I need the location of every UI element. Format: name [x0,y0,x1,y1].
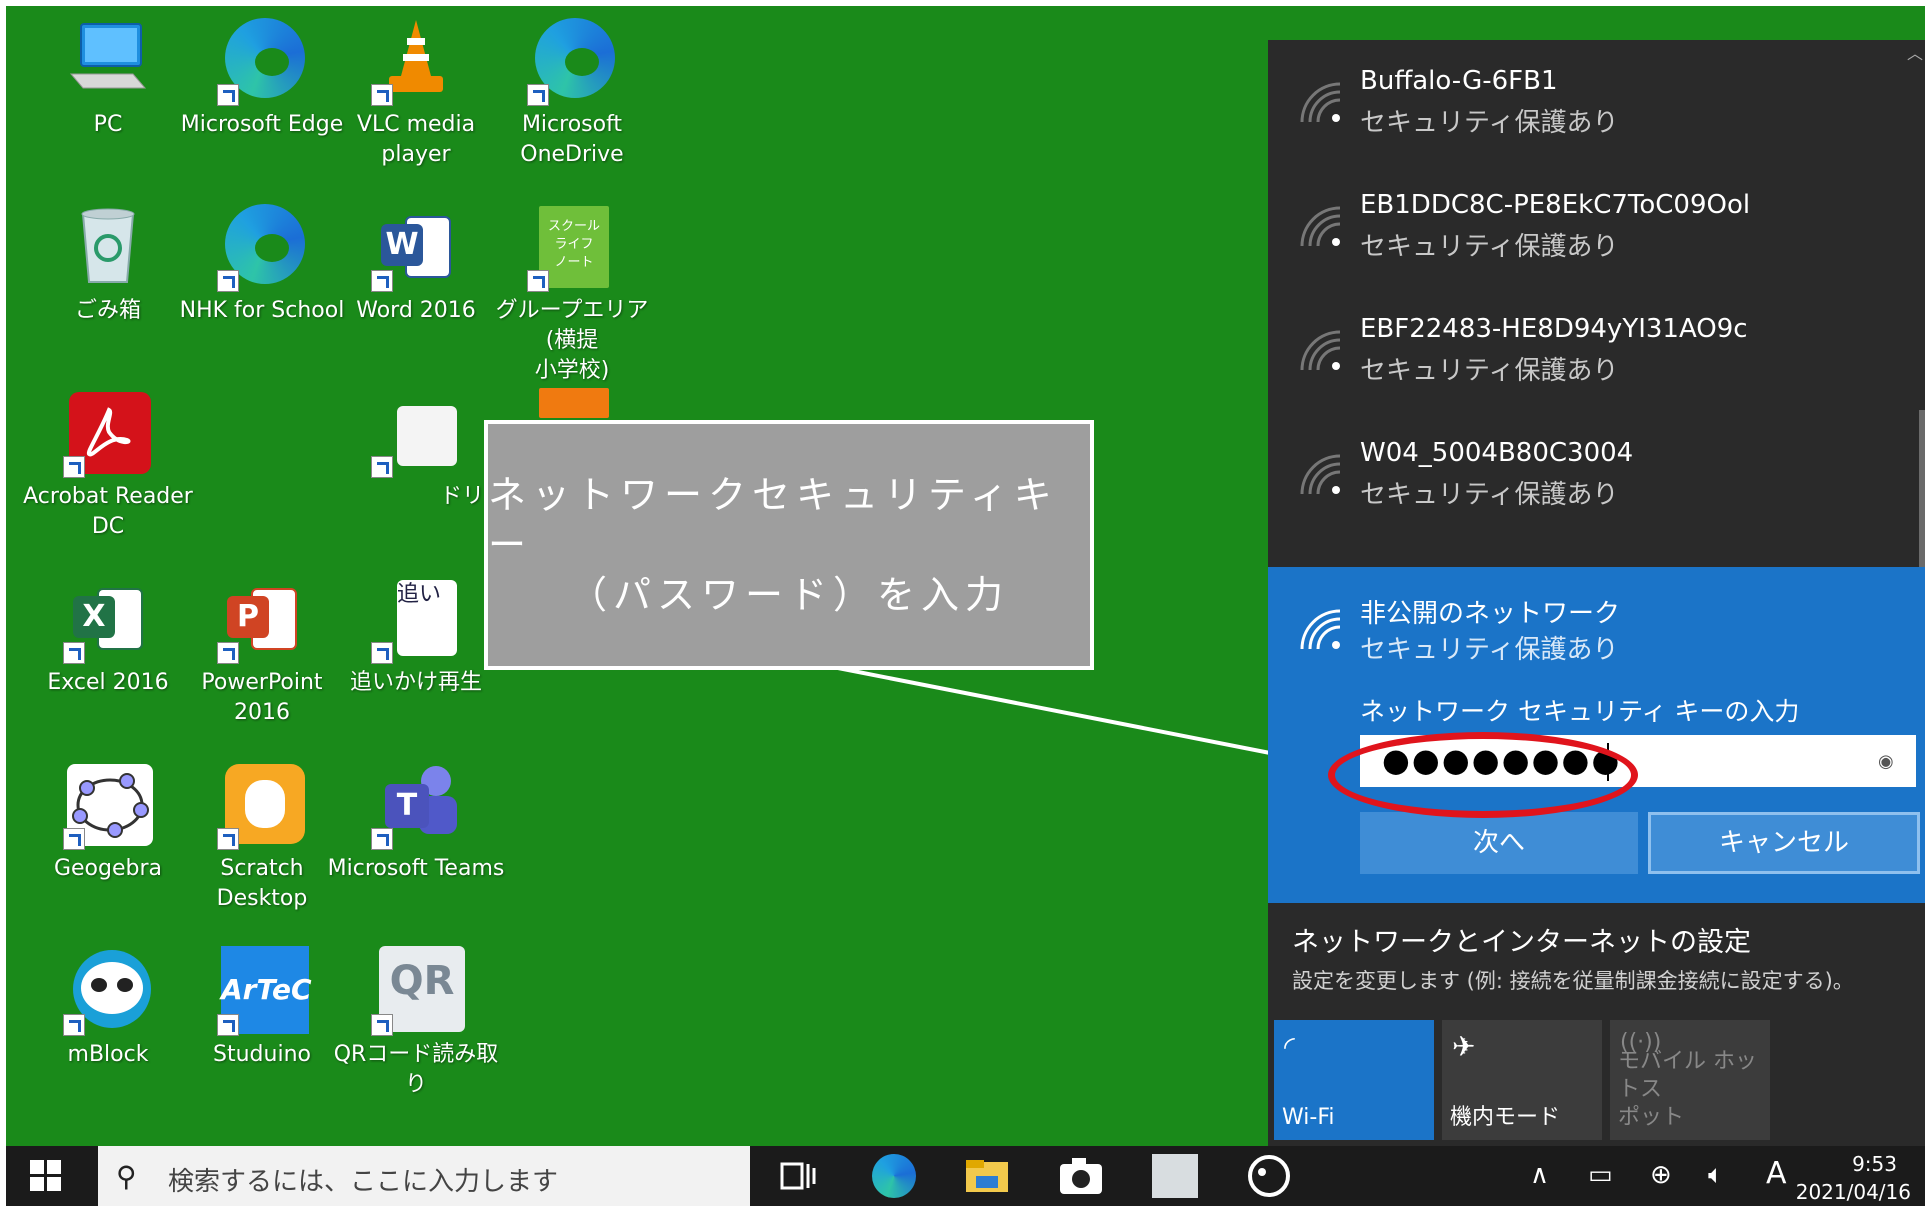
windows-start-icon[interactable] [30,1160,62,1192]
quick-action-label: Wi-Fi [1282,1105,1335,1130]
edge-taskbar-icon[interactable] [870,1154,916,1198]
desktop: PC Microsoft Edge VLC media player Micro… [6,6,1925,1206]
network-security: セキュリティ保護あり [1360,356,1619,386]
network-item-hidden-selected[interactable]: 非公開のネットワーク セキュリティ保護あり ネットワーク セキュリティ キーの入… [1268,567,1925,903]
network-name: Buffalo-G-6FB1 [1360,66,1558,96]
callout-line-2: （パスワード）を入力 [568,573,1009,617]
airplane-icon: ✈ [1452,1030,1476,1063]
highlight-oval [1328,732,1638,818]
quick-action-label: 機内モード [1450,1105,1561,1130]
search-icon: ⚲ [116,1160,137,1193]
network-item[interactable]: W04_5004B80C3004 セキュリティ保護あり [1268,412,1925,536]
network-security: セキュリティ保護あり [1360,480,1619,510]
taskbar: ⚲ 検索するには、ここに入力します ∧ ▭ ⊕ 🔈︎ A 9:53 2021/0… [6,1146,1925,1206]
quick-action-wifi[interactable]: ◜ Wi-Fi [1274,1020,1434,1140]
wifi-secured-icon [1300,82,1341,123]
show-hidden-icons-chevron-icon[interactable]: ∧ [1530,1160,1549,1190]
network-security: セキュリティ保護あり [1360,635,1619,665]
network-item[interactable]: EBF22483-HE8D94yYI31AO9c セキュリティ保護あり [1268,288,1925,412]
wifi-secured-icon [1300,609,1341,650]
wifi-secured-icon [1300,454,1341,495]
wifi-secured-icon [1300,206,1341,247]
camera-icon[interactable] [1058,1154,1104,1198]
network-flyout: ︿ ﹀ Buffalo-G-6FB1 セキュリティ保護あり EB1DDC8C-P… [1268,40,1925,1146]
clock-time[interactable]: 9:53 [1852,1152,1897,1176]
app-taskbar-icon[interactable] [1246,1154,1292,1198]
security-key-label: ネットワーク セキュリティ キーの入力 [1360,697,1800,726]
file-explorer-icon[interactable] [964,1154,1010,1198]
taskbar-search-box[interactable]: ⚲ 検索するには、ここに入力します [98,1146,750,1206]
clock-date[interactable]: 2021/04/16 [1796,1180,1911,1204]
network-settings-description: 設定を変更します (例: 接続を従量制課金接続に設定する)。 [1292,969,1854,993]
task-view-icon[interactable] [776,1154,822,1198]
network-security: セキュリティ保護あり [1360,232,1619,262]
network-name: EBF22483-HE8D94yYI31AO9c [1360,314,1748,344]
network-item[interactable]: EB1DDC8C-PE8EkC7ToC09Ool セキュリティ保護あり [1268,164,1925,288]
network-item[interactable]: Buffalo-G-6FB1 セキュリティ保護あり [1268,40,1925,164]
ime-indicator[interactable]: A [1766,1156,1787,1191]
wifi-icon: ◜ [1284,1030,1295,1063]
battery-icon[interactable]: ▭ [1588,1160,1613,1190]
quick-action-label: モバイル ホットス ポット [1618,1049,1757,1130]
volume-icon[interactable]: 🔈︎ [1708,1160,1724,1191]
callout-line-1: ネットワークセキュリティキー [488,473,1058,567]
network-name: 非公開のネットワーク [1360,599,1621,629]
quick-action-mobile-hotspot[interactable]: ((·)) モバイル ホットス ポット [1610,1020,1770,1140]
network-settings-link[interactable]: ネットワークとインターネットの設定 [1292,920,1751,959]
network-name: EB1DDC8C-PE8EkC7ToC09Ool [1360,190,1751,220]
network-security: セキュリティ保護あり [1360,108,1619,138]
instruction-callout: ネットワークセキュリティキー （パスワード）を入力 [484,420,1094,670]
search-placeholder: 検索するには、ここに入力します [168,1167,559,1197]
qr-reader-taskbar-icon[interactable] [1152,1154,1198,1198]
wifi-secured-icon [1300,330,1341,371]
globe-network-icon[interactable]: ⊕ [1650,1160,1672,1190]
next-button[interactable]: 次へ [1360,812,1638,874]
network-name: W04_5004B80C3004 [1360,438,1634,468]
reveal-password-eye-icon[interactable]: ◉ [1878,751,1900,773]
quick-action-airplane-mode[interactable]: ✈ 機内モード [1442,1020,1602,1140]
cancel-button[interactable]: キャンセル [1648,812,1920,874]
